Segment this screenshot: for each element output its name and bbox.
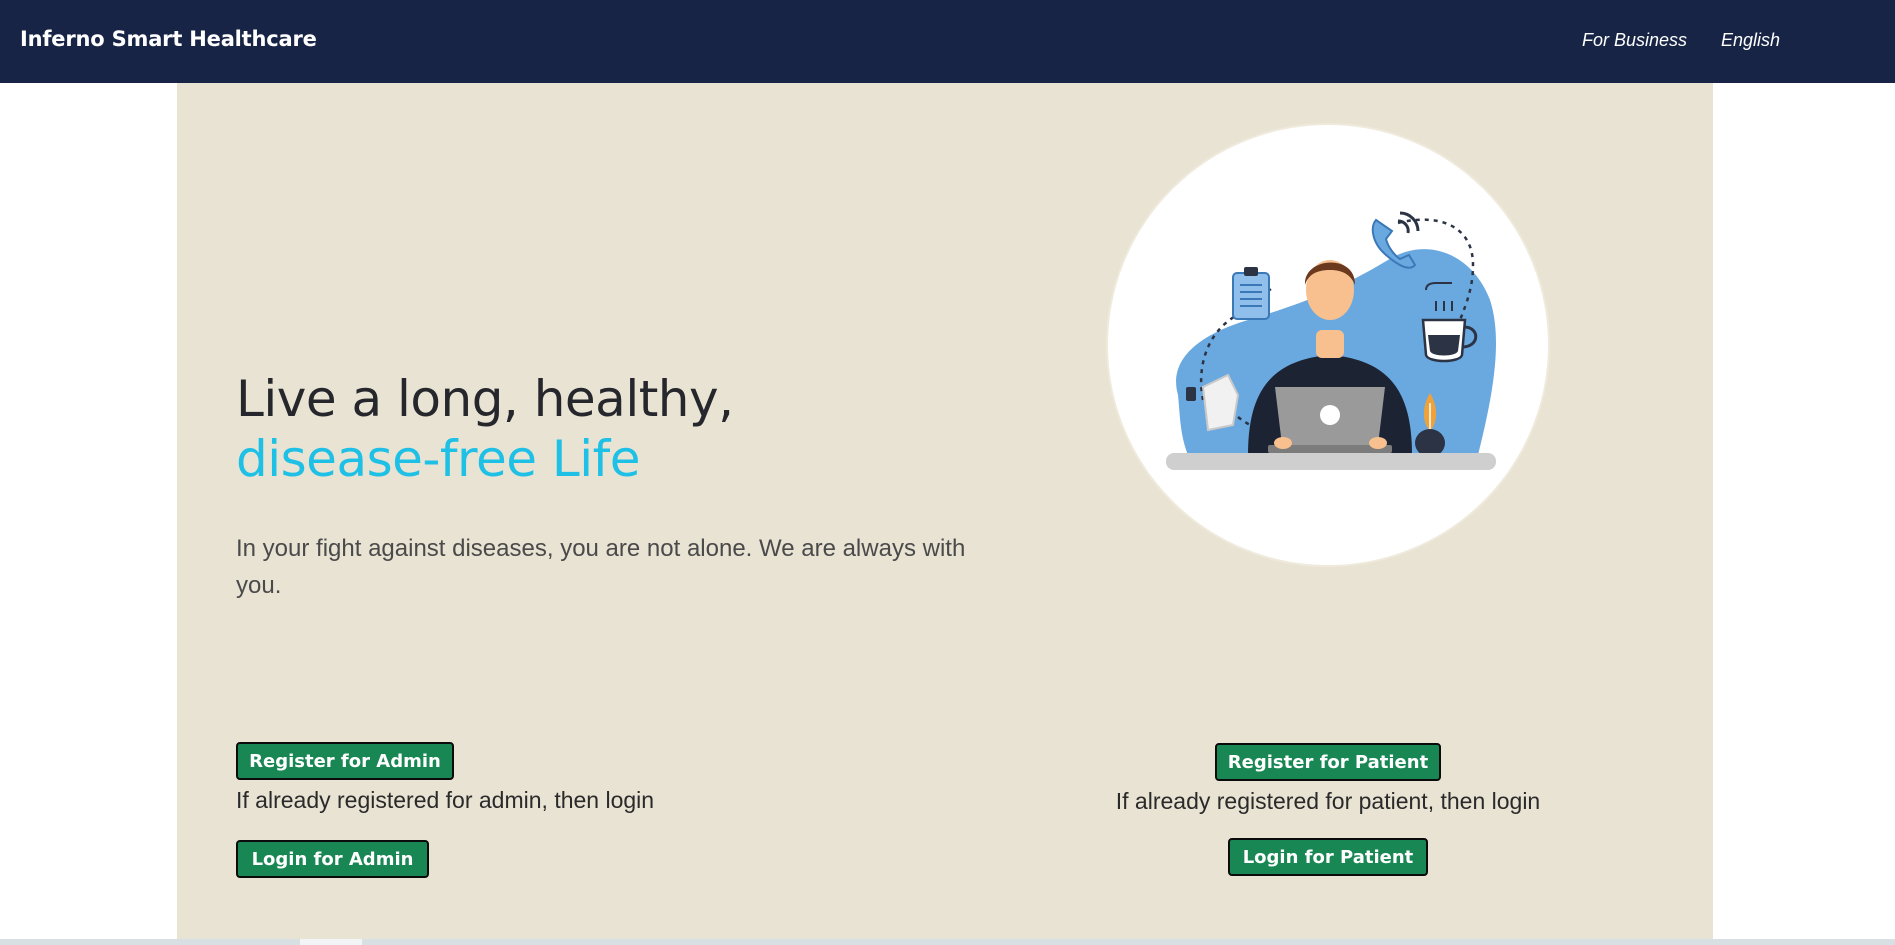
- brand-logo[interactable]: Inferno Smart Healthcare: [20, 27, 317, 51]
- admin-login-hint: If already registered for admin, then lo…: [236, 787, 655, 813]
- horizontal-scrollbar[interactable]: [0, 939, 1895, 945]
- patient-login-hint: If already registered for patient, then …: [1115, 788, 1541, 814]
- navbar: Inferno Smart Healthcare For Business En…: [0, 0, 1895, 83]
- register-admin-button[interactable]: Register for Admin: [236, 742, 454, 780]
- hero-headline: Live a long, healthy, disease-free Life: [236, 369, 936, 489]
- hero-subtitle: In your fight against diseases, you are …: [236, 535, 966, 599]
- headline-text: Live a long, healthy,: [236, 370, 734, 428]
- language-selector[interactable]: English: [1721, 30, 1780, 51]
- nav-link-for-business[interactable]: For Business: [1582, 30, 1687, 51]
- scrollbar-thumb[interactable]: [300, 939, 362, 945]
- hero-section: Live a long, healthy, disease-free Life …: [177, 83, 1713, 939]
- register-patient-button[interactable]: Register for Patient: [1215, 743, 1441, 781]
- headline-accent: disease-free Life: [236, 430, 641, 488]
- login-patient-button[interactable]: Login for Patient: [1228, 838, 1428, 876]
- login-admin-button[interactable]: Login for Admin: [236, 840, 429, 878]
- doctor-at-laptop-illustration: [1106, 123, 1550, 567]
